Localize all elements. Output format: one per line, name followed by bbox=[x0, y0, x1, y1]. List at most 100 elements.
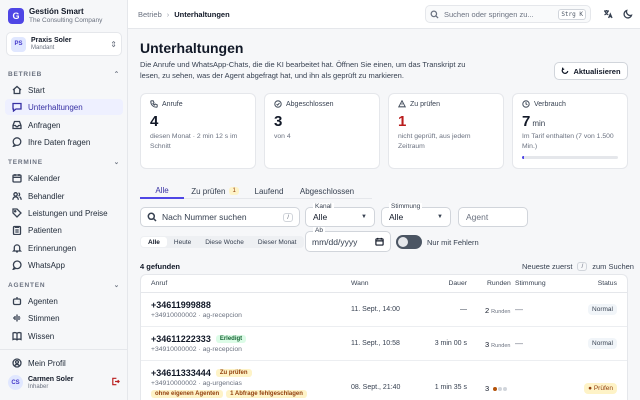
tenant-name: Praxis Soler bbox=[31, 37, 72, 44]
kanal-label: Kanal bbox=[313, 203, 334, 210]
sidebar-item-wissen[interactable]: Wissen bbox=[5, 328, 123, 344]
agent-input[interactable]: Agent bbox=[458, 207, 528, 227]
sidebar-item-leistungen[interactable]: Leistungen und Preise bbox=[5, 205, 123, 221]
theme-toggle-icon[interactable] bbox=[623, 9, 633, 19]
table-header: Anruf Wann Dauer Runden Stimmung Status bbox=[141, 275, 627, 293]
global-search-placeholder: Suchen oder springen zu... bbox=[444, 9, 534, 19]
users-icon bbox=[12, 191, 22, 201]
sidebar-item-anfragen[interactable]: Anfragen bbox=[5, 117, 123, 133]
section-betrieb[interactable]: BETRIEB ⌃ bbox=[8, 70, 120, 79]
errors-only-toggle[interactable] bbox=[396, 235, 422, 249]
col-wann[interactable]: Wann bbox=[351, 280, 369, 287]
period-dieser-monat[interactable]: Dieser Monat bbox=[251, 237, 304, 247]
logout-icon[interactable] bbox=[111, 377, 120, 388]
clock-icon bbox=[522, 100, 530, 108]
brand-logo: G bbox=[8, 7, 24, 24]
call-mood: — bbox=[515, 305, 523, 314]
col-runden[interactable]: Runden bbox=[487, 280, 511, 287]
sidebar-item-profil[interactable]: Mein Profil bbox=[5, 355, 123, 371]
robot-icon bbox=[12, 296, 22, 306]
clipboard-icon bbox=[12, 225, 22, 235]
sort-select[interactable]: Neueste zuerst bbox=[522, 262, 572, 271]
kanal-select[interactable]: Kanal Alle ▼ bbox=[305, 203, 375, 227]
call-tags: ohne eigenen Agenten 1 Abfrage fehlgesch… bbox=[151, 390, 307, 398]
col-status[interactable]: Status bbox=[598, 280, 617, 287]
done-badge: Erledigt bbox=[215, 335, 247, 343]
stimmung-label: Stimmung bbox=[389, 203, 423, 210]
result-count: 4 gefunden bbox=[140, 262, 181, 271]
tenant-type: Mandant bbox=[31, 45, 55, 51]
period-segmented-control: Alle Heute Diese Woche Dieser Monat bbox=[140, 236, 305, 248]
sidebar-divider bbox=[0, 349, 127, 350]
col-stimmung[interactable]: Stimmung bbox=[515, 280, 546, 287]
call-rounds: 2 Runden bbox=[485, 306, 511, 315]
brand[interactable]: G Gestión Smart The Consulting Company bbox=[8, 7, 102, 24]
conversations-table: Anruf Wann Dauer Runden Stimmung Status … bbox=[140, 274, 628, 400]
refresh-button[interactable]: Aktualisieren bbox=[554, 62, 628, 80]
breadcrumb-parent[interactable]: Betrieb bbox=[138, 10, 162, 19]
stat-subtext: diesen Monat · 2 min 12 s im Schnitt bbox=[150, 133, 238, 150]
sort-hint: Neueste zuerst / zum Suchen bbox=[522, 262, 634, 271]
table-row[interactable]: +34611999888 +34910000002 · ag-recepcion… bbox=[141, 293, 627, 327]
call-when: 11. Sept., 10:58 bbox=[351, 340, 400, 347]
sidebar-item-stimmen[interactable]: Stimmen bbox=[5, 310, 123, 326]
call-duration: 1 min 35 s bbox=[434, 384, 467, 391]
section-termine[interactable]: TERMINE ⌄ bbox=[8, 158, 120, 167]
col-anruf[interactable]: Anruf bbox=[151, 280, 167, 287]
global-search[interactable]: Suchen oder springen zu... Strg K bbox=[425, 5, 591, 23]
avatar: CS bbox=[8, 375, 23, 390]
calendar-icon bbox=[12, 173, 22, 183]
stat-card-abgeschlossen: Abgeschlossen 3 von 4 bbox=[264, 93, 380, 169]
tab-alle[interactable]: Alle bbox=[140, 183, 184, 199]
period-heute[interactable]: Heute bbox=[167, 237, 198, 247]
page-description: Die Anrufe und WhatsApp-Chats, die die K… bbox=[140, 60, 466, 80]
table-row[interactable]: +34611333444 Zu prüfen +34910000002 · ag-… bbox=[141, 361, 627, 398]
section-agenten[interactable]: AGENTEN ⌄ bbox=[8, 281, 120, 290]
call-meta: +34910000002 · ag-recepcion bbox=[151, 346, 242, 353]
call-when: 08. Sept., 21:40 bbox=[351, 384, 401, 391]
sidebar-item-behandler[interactable]: Behandler bbox=[5, 188, 123, 204]
sidebar-item-patienten[interactable]: Patienten bbox=[5, 222, 123, 238]
stat-label: Anrufe bbox=[162, 100, 183, 108]
table-row[interactable]: +34611222333 Erledigt +34910000002 · ag-r… bbox=[141, 327, 627, 361]
number-search-input[interactable]: Nach Nummer suchen / bbox=[140, 207, 300, 227]
stat-unit: min bbox=[532, 119, 546, 128]
sidebar-item-whatsapp[interactable]: WhatsApp bbox=[5, 257, 123, 273]
status-badge: Normal bbox=[588, 338, 617, 349]
chevron-up-icon: ⌃ bbox=[113, 71, 120, 78]
col-dauer[interactable]: Dauer bbox=[448, 280, 467, 287]
tab-zu-pruefen[interactable]: Zu prüfen 1 bbox=[184, 183, 246, 199]
date-from-input[interactable]: Ab mm/dd/yyyy bbox=[305, 227, 391, 252]
breadcrumb: Betrieb › Unterhaltungen bbox=[138, 10, 230, 19]
sidebar: G Gestión Smart The Consulting Company P… bbox=[0, 0, 128, 400]
sidebar-item-erinnerungen[interactable]: Erinnerungen bbox=[5, 240, 123, 256]
mood-dot bbox=[493, 387, 497, 391]
chevron-updown-icon: ⇕ bbox=[110, 39, 117, 49]
breadcrumb-current: Unterhaltungen bbox=[174, 10, 230, 19]
sidebar-item-kalender[interactable]: Kalender bbox=[5, 170, 123, 186]
tenant-switcher[interactable]: PS Praxis Soler Mandant ⇕ bbox=[6, 32, 122, 56]
period-alle[interactable]: Alle bbox=[141, 237, 167, 247]
chevron-down-icon: ⌄ bbox=[113, 159, 120, 166]
tab-abgeschlossen[interactable]: Abgeschlossen bbox=[292, 183, 362, 199]
tag-icon bbox=[12, 208, 22, 218]
period-diese-woche[interactable]: Diese Woche bbox=[198, 237, 251, 247]
translate-icon[interactable] bbox=[603, 9, 613, 19]
usage-progress-fill bbox=[522, 156, 524, 159]
call-rounds: 3 Runden bbox=[485, 340, 511, 349]
tenant-badge: PS bbox=[11, 36, 26, 52]
tab-laufend[interactable]: Laufend bbox=[246, 183, 292, 199]
mic-icon bbox=[12, 313, 22, 323]
stimmung-select[interactable]: Stimmung Alle ▼ bbox=[381, 203, 451, 227]
sidebar-item-agenten[interactable]: Agenten bbox=[5, 293, 123, 309]
usage-progress-bar bbox=[522, 156, 618, 159]
main-content: Unterhaltungen Die Anrufe und WhatsApp-C… bbox=[128, 29, 640, 400]
mood-dot bbox=[498, 387, 502, 391]
sidebar-item-unterhaltungen[interactable]: Unterhaltungen bbox=[5, 99, 123, 115]
caller-number: +34611999888 bbox=[151, 300, 211, 310]
sidebar-item-daten-fragen[interactable]: Ihre Daten fragen bbox=[5, 134, 123, 150]
call-duration: 3 min 00 s bbox=[434, 340, 467, 347]
book-icon bbox=[12, 331, 22, 341]
status-tabs: Alle Zu prüfen 1 Laufend Abgeschlossen bbox=[140, 183, 372, 199]
sidebar-item-start[interactable]: Start bbox=[5, 82, 123, 98]
